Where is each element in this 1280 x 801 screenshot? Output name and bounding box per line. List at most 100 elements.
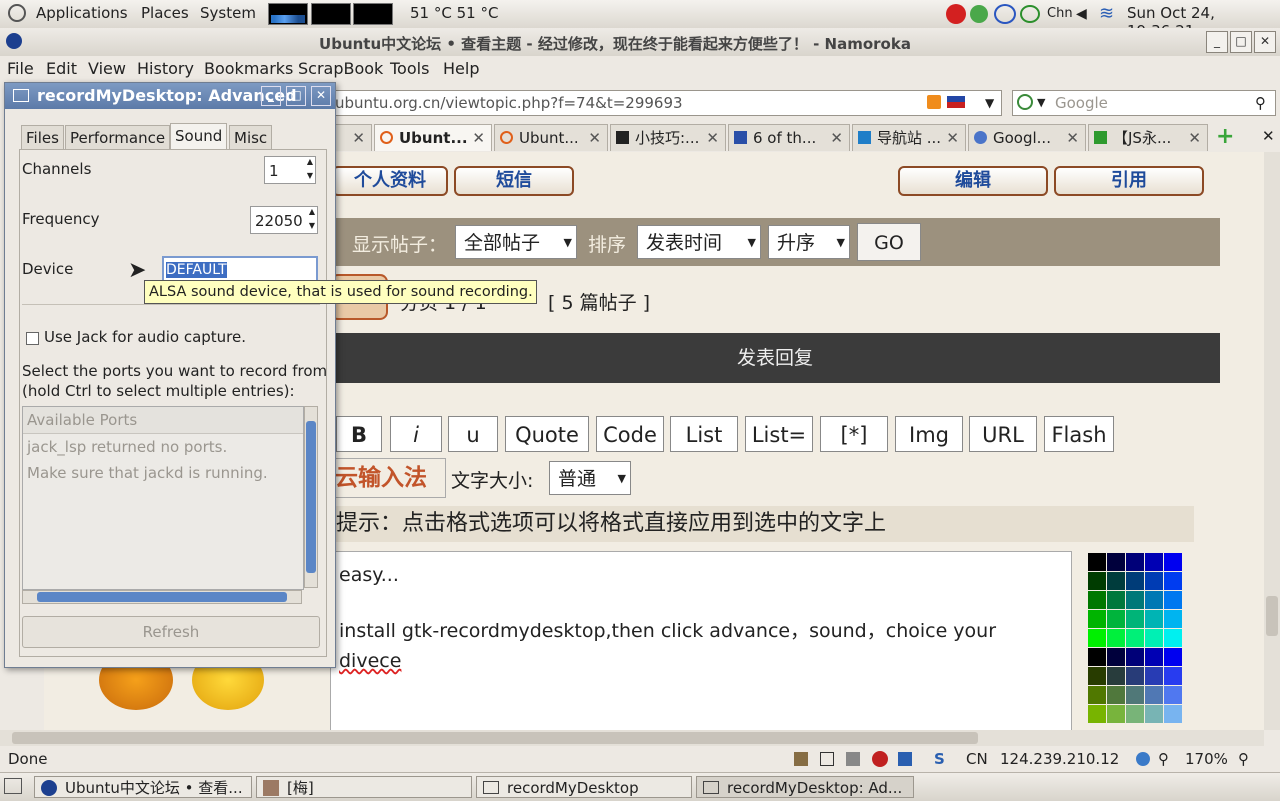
color-swatch[interactable] — [1145, 591, 1163, 609]
color-swatch[interactable] — [1145, 572, 1163, 590]
ubuntu-logo-icon[interactable] — [8, 4, 26, 22]
color-swatch[interactable] — [1107, 610, 1125, 628]
list-ordered-button[interactable]: List= — [745, 416, 813, 452]
tab-ubuntu-2[interactable]: Ubunt... ✕ — [494, 124, 608, 151]
order-select[interactable]: 升序 ▼ — [768, 225, 850, 259]
color-swatch[interactable] — [1145, 667, 1163, 685]
flash-button[interactable]: Flash — [1044, 416, 1114, 452]
color-swatch[interactable] — [1088, 667, 1106, 685]
task-image[interactable]: [梅] — [256, 776, 472, 798]
tab-js[interactable]: 【JS永... ✕ — [1088, 124, 1208, 151]
tab-nav-site[interactable]: 导航站 ... ✕ — [852, 124, 966, 151]
tab-tips[interactable]: 小技巧:... ✕ — [610, 124, 726, 151]
menu-tools[interactable]: Tools — [390, 59, 429, 78]
color-swatch[interactable] — [1126, 553, 1144, 571]
color-swatch[interactable] — [1145, 705, 1163, 723]
addon-icon[interactable]: S — [934, 746, 945, 772]
tab-partial[interactable]: ✕ — [330, 124, 372, 151]
jack-label[interactable]: Use Jack for audio capture. — [44, 328, 246, 346]
zoom-out-icon[interactable]: ⚲ — [1238, 746, 1249, 772]
color-swatch[interactable] — [1088, 610, 1106, 628]
tab-close-icon[interactable]: ✕ — [946, 125, 959, 151]
cpu-graph[interactable] — [268, 3, 308, 25]
search-box[interactable]: ▼ Google ⚲ — [1012, 90, 1276, 116]
color-swatch[interactable] — [1145, 629, 1163, 647]
color-swatch[interactable] — [1164, 610, 1182, 628]
frequency-spinner[interactable]: 22050 ▲ ▼ — [250, 206, 318, 234]
memory-graph[interactable] — [311, 3, 351, 25]
maximize-button[interactable]: □ — [1230, 31, 1252, 53]
color-swatch[interactable] — [1126, 648, 1144, 666]
cloud-ime-button[interactable]: 云输入法 — [334, 458, 446, 498]
color-swatch[interactable] — [1164, 591, 1182, 609]
quote-button[interactable]: 引用 — [1054, 166, 1204, 196]
color-swatch[interactable] — [1107, 629, 1125, 647]
font-size-select[interactable]: 普通 ▼ — [549, 461, 631, 495]
go-button[interactable]: GO — [857, 223, 921, 261]
tab-google[interactable]: Googl... ✕ — [968, 124, 1086, 151]
color-swatch[interactable] — [1145, 553, 1163, 571]
vertical-scrollbar[interactable] — [1264, 152, 1280, 730]
color-swatch[interactable] — [1126, 572, 1144, 590]
reply-editor[interactable]: easy... install gtk-recordmydesktop,then… — [330, 551, 1072, 731]
task-recordmydesktop[interactable]: recordMyDesktop — [476, 776, 692, 798]
ports-hscroll[interactable] — [22, 590, 302, 604]
color-swatch[interactable] — [1126, 629, 1144, 647]
ports-vscroll[interactable] — [304, 406, 318, 588]
search-icon[interactable]: ⚲ — [1255, 91, 1266, 115]
message-button[interactable]: 短信 — [454, 166, 574, 196]
show-desktop-icon[interactable] — [4, 778, 22, 794]
rss-icon[interactable] — [927, 95, 941, 109]
ime-icon[interactable] — [994, 4, 1016, 24]
addon-icon[interactable] — [820, 752, 834, 766]
minimize-button[interactable]: _ — [1206, 31, 1228, 53]
color-swatch[interactable] — [1107, 705, 1125, 723]
tab-close-icon[interactable]: ✕ — [588, 125, 601, 151]
task-browser[interactable]: Ubuntu中文论坛 • 查看... — [34, 776, 252, 798]
img-button[interactable]: Img — [895, 416, 963, 452]
wifi-icon[interactable]: ≋ — [1099, 3, 1114, 24]
tab-close-icon[interactable]: ✕ — [706, 125, 719, 151]
color-swatch[interactable] — [1164, 648, 1182, 666]
color-swatch[interactable] — [1145, 686, 1163, 704]
horizontal-scrollbar[interactable] — [0, 730, 1264, 746]
underline-button[interactable]: u — [448, 416, 498, 452]
bold-button[interactable]: B — [336, 416, 382, 452]
network-graph[interactable] — [353, 3, 393, 25]
close-tab-icon[interactable]: ✕ — [1262, 127, 1275, 145]
color-swatch[interactable] — [1126, 686, 1144, 704]
addon-icon[interactable] — [846, 752, 860, 766]
addon-icon[interactable] — [794, 752, 808, 766]
list-item-button[interactable]: [*] — [820, 416, 888, 452]
menu-edit[interactable]: Edit — [46, 59, 77, 78]
menu-bookmarks[interactable]: Bookmarks — [204, 59, 293, 78]
color-swatch[interactable] — [1164, 667, 1182, 685]
color-swatch[interactable] — [1145, 610, 1163, 628]
spin-arrows-icon[interactable]: ▲ ▼ — [307, 155, 313, 183]
ime-icon-2[interactable] — [1020, 5, 1040, 23]
italic-button[interactable]: i — [390, 416, 442, 452]
profile-button[interactable]: 个人资料 — [332, 166, 448, 196]
zoom-in-icon[interactable]: ⚲ — [1158, 746, 1169, 772]
close-button[interactable]: ✕ — [1254, 31, 1276, 53]
color-swatch[interactable] — [1107, 553, 1125, 571]
color-swatch[interactable] — [1107, 572, 1125, 590]
color-swatch[interactable] — [1088, 648, 1106, 666]
color-swatch[interactable] — [1145, 648, 1163, 666]
menu-history[interactable]: History — [137, 59, 194, 78]
color-swatch[interactable] — [1126, 591, 1144, 609]
google-icon[interactable] — [1017, 94, 1033, 110]
tab-close-icon[interactable]: ✕ — [352, 125, 365, 151]
spin-arrows-icon[interactable]: ▲ ▼ — [309, 205, 315, 233]
color-swatch[interactable] — [1088, 686, 1106, 704]
color-swatch[interactable] — [1088, 629, 1106, 647]
color-swatch[interactable] — [1088, 705, 1106, 723]
new-tab-icon[interactable]: + — [1216, 124, 1234, 149]
color-swatch[interactable] — [1107, 686, 1125, 704]
network-manager-icon[interactable] — [970, 5, 988, 23]
tab-performance[interactable]: Performance — [65, 125, 171, 150]
color-swatch[interactable] — [1088, 572, 1106, 590]
tab-close-icon[interactable]: ✕ — [1066, 125, 1079, 151]
tab-files[interactable]: Files — [21, 125, 64, 150]
system-menu[interactable]: System — [200, 4, 256, 22]
